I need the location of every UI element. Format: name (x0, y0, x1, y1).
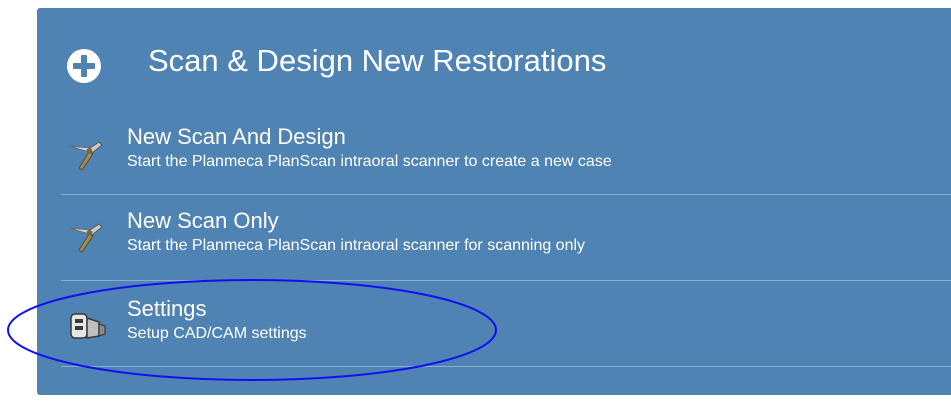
scanner-wand-icon (68, 223, 103, 253)
settings-item[interactable]: Settings Setup CAD/CAM settings (61, 286, 951, 366)
new-scan-and-design-item[interactable]: New Scan And Design Start the Planmeca P… (61, 114, 951, 194)
panel-header: Scan & Design New Restorations (37, 8, 951, 113)
scanner-wand-icon (68, 141, 103, 171)
item-title: New Scan Only (127, 208, 279, 233)
plus-circle-icon[interactable] (66, 48, 102, 84)
cad-cam-settings-icon (70, 313, 106, 339)
divider (61, 280, 951, 281)
item-description: Start the Planmeca PlanScan intraoral sc… (127, 153, 612, 170)
divider (61, 366, 951, 367)
item-description: Start the Planmeca PlanScan intraoral sc… (127, 237, 586, 254)
item-title: New Scan And Design (127, 124, 346, 149)
item-description: Setup CAD/CAM settings (127, 325, 307, 342)
divider (61, 194, 951, 195)
item-title: Settings (127, 296, 207, 321)
restorations-panel: Scan & Design New Restorations New Scan … (37, 8, 951, 395)
panel-title: Scan & Design New Restorations (148, 43, 607, 78)
new-scan-only-item[interactable]: New Scan Only Start the Planmeca PlanSca… (61, 198, 951, 278)
